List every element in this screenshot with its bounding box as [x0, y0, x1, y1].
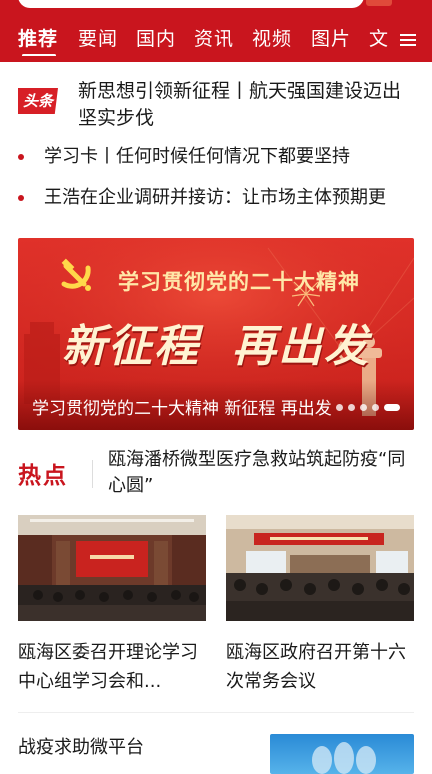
channel-tabs: 推荐 要闻 国内 资讯 视频 图片 文 — [0, 20, 390, 56]
search-accent — [366, 0, 392, 6]
thumbnail-image — [312, 742, 376, 774]
party-emblem-icon — [61, 258, 91, 291]
bullet-icon — [18, 195, 24, 201]
card-1-title[interactable]: 瓯海区委召开理论学习中心组学习会和... — [18, 638, 206, 696]
card-2-title[interactable]: 瓯海区政府召开第十六次常务会议 — [226, 638, 414, 696]
divider — [18, 712, 414, 713]
tab-important-news[interactable]: 要闻 — [78, 24, 118, 54]
active-tab-indicator — [22, 54, 56, 56]
headline-badge: 头条 — [18, 88, 58, 114]
tab-culture[interactable]: 文 — [369, 24, 389, 54]
bottom-news-title[interactable]: 战疫求助微平台 — [18, 733, 144, 759]
tab-domestic[interactable]: 国内 — [136, 24, 176, 54]
news-item-1[interactable]: 学习卡丨任何时候任何情况下都要坚持 — [44, 144, 428, 170]
hamburger-menu-icon[interactable] — [392, 24, 432, 56]
divider — [92, 460, 93, 488]
news-item-2[interactable]: 王浩在企业调研并接访：让市场主体预期更 — [44, 185, 428, 211]
search-bar[interactable] — [18, 0, 364, 8]
tab-pictures[interactable]: 图片 — [311, 24, 351, 54]
tab-video[interactable]: 视频 — [252, 24, 292, 54]
bullet-icon — [18, 154, 24, 160]
hot-section-label: 热点 — [18, 463, 68, 489]
banner-caption: 学习贯彻党的二十大精神 新征程 再出发 — [32, 399, 332, 419]
meeting-photo-image — [226, 515, 414, 621]
tab-info[interactable]: 资讯 — [194, 24, 234, 54]
meeting-photo-image — [18, 515, 206, 621]
top-header: 推荐 要闻 国内 资讯 视频 图片 文 — [0, 0, 432, 62]
banner-subtitle: 学习贯彻党的二十大精神 — [118, 269, 360, 294]
bottom-news-thumbnail[interactable] — [270, 734, 414, 774]
headline-title[interactable]: 新思想引领新征程丨航天强国建设迈出坚实步伐 — [78, 78, 418, 132]
hot-news-title[interactable]: 瓯海潘桥微型医疗急救站筑起防疫“同心圆” — [108, 447, 413, 499]
banner-carousel[interactable]: 学习贯彻党的二十大精神 新征程 再出发 学习贯彻党的二十大精神 新征程 再出发 — [18, 238, 414, 430]
tab-recommend[interactable]: 推荐 — [18, 24, 58, 54]
card-2-image[interactable] — [226, 515, 414, 621]
banner-slogan-right: 再出发 — [232, 321, 370, 372]
card-1-image[interactable] — [18, 515, 206, 621]
banner-slogan-left: 新征程 — [62, 321, 200, 372]
